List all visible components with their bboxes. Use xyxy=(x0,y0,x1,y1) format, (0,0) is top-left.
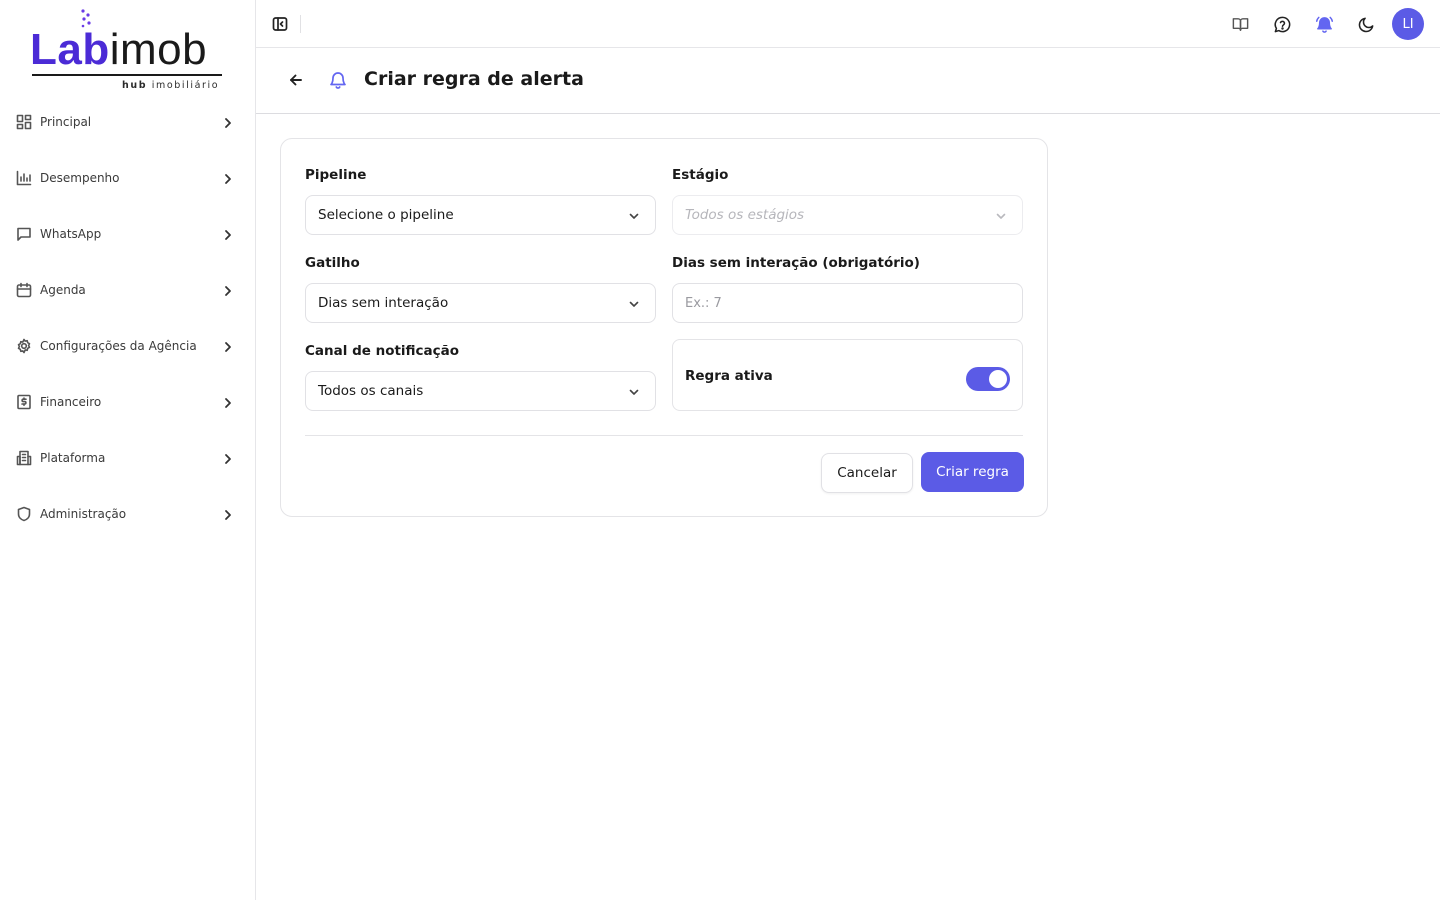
chevron-right-icon xyxy=(221,395,235,409)
sidebar-item-agenda[interactable]: Agenda xyxy=(0,262,255,318)
chevron-down-icon xyxy=(627,209,641,223)
chevron-right-icon xyxy=(221,115,235,129)
chevron-down-icon xyxy=(994,209,1008,223)
channel-select-value: Todos os canais xyxy=(318,383,424,399)
arrow-left-icon xyxy=(290,74,302,86)
gear-icon xyxy=(16,338,32,354)
panel-left-icon xyxy=(272,17,288,31)
channel-label: Canal de notificação xyxy=(305,343,460,359)
brand-tagline: hub imobiliário xyxy=(122,80,219,91)
days-input[interactable] xyxy=(672,283,1023,323)
chevron-down-icon xyxy=(627,385,641,399)
sidebar-item-label: Plataforma xyxy=(40,451,106,465)
chevron-right-icon xyxy=(221,339,235,353)
moon-icon xyxy=(1358,17,1373,32)
building-icon xyxy=(16,450,32,466)
pipeline-select-value: Selecione o pipeline xyxy=(318,207,454,223)
channel-select[interactable]: Todos os canais xyxy=(305,371,656,411)
sidebar-item-plataforma[interactable]: Plataforma xyxy=(0,430,255,486)
topbar: LI xyxy=(256,0,1440,48)
pipeline-label: Pipeline xyxy=(305,167,367,183)
shield-icon xyxy=(16,506,32,522)
cancel-button[interactable]: Cancelar xyxy=(821,453,913,493)
brand-wordmark: Labimob xyxy=(30,24,207,76)
sidebar-nav: Principal Desempenho WhatsApp Agenda Con… xyxy=(0,94,255,542)
back-button[interactable] xyxy=(286,70,306,90)
days-label: Dias sem interação (obrigatório) xyxy=(672,255,920,271)
sidebar-item-label: Desempenho xyxy=(40,171,120,185)
sidebar-item-label: WhatsApp xyxy=(40,227,102,241)
trigger-select-value: Dias sem interação xyxy=(318,295,449,311)
sidebar-item-label: Financeiro xyxy=(40,395,102,409)
stage-label: Estágio xyxy=(672,167,729,183)
brand-tagline-rest: imobiliário xyxy=(151,80,220,91)
create-rule-button[interactable]: Criar regra xyxy=(921,452,1024,492)
pipeline-select[interactable]: Selecione o pipeline xyxy=(305,195,656,235)
sidebar-item-principal[interactable]: Principal xyxy=(0,94,255,150)
trigger-label: Gatilho xyxy=(305,255,360,271)
calendar-icon xyxy=(16,282,32,298)
chevron-right-icon xyxy=(221,507,235,521)
sidebar-item-configuracoes[interactable]: Configurações da Agência xyxy=(0,318,255,374)
page-title: Criar regra de alerta xyxy=(364,68,584,90)
active-rule-box: Regra ativa xyxy=(672,339,1023,411)
topbar-actions: LI xyxy=(1214,8,1424,40)
chevron-right-icon xyxy=(221,283,235,297)
brand-name-plain: imob xyxy=(109,25,208,74)
bell-icon xyxy=(328,70,348,90)
user-avatar[interactable]: LI xyxy=(1392,8,1424,40)
dollar-receipt-icon xyxy=(16,394,32,410)
stage-select: Todos os estágios xyxy=(672,195,1023,235)
stage-select-value: Todos os estágios xyxy=(685,207,805,223)
topbar-divider xyxy=(300,15,301,33)
sidebar-item-label: Configurações da Agência xyxy=(40,339,197,353)
sidebar-item-desempenho[interactable]: Desempenho xyxy=(0,150,255,206)
page-header: Criar regra de alerta xyxy=(256,48,1440,114)
brand-tagline-bold: hub xyxy=(122,80,148,91)
bar-chart-icon xyxy=(16,170,32,186)
sidebar-item-label: Principal xyxy=(40,115,92,129)
help-chat-icon xyxy=(1274,16,1290,32)
brand-logo[interactable]: Labimob hub imobiliário xyxy=(30,8,226,94)
alert-rule-form: Pipeline Selecione o pipeline Estágio To… xyxy=(280,138,1048,517)
active-rule-toggle[interactable] xyxy=(966,367,1010,391)
toggle-knob xyxy=(989,370,1007,388)
chevron-right-icon xyxy=(221,451,235,465)
chevron-down-icon xyxy=(627,297,641,311)
brand-name-colored: Lab xyxy=(30,25,110,74)
sidebar: Labimob hub imobiliário Principal Desemp… xyxy=(0,0,256,900)
bell-ringing-icon xyxy=(1315,16,1333,33)
sidebar-toggle-button[interactable] xyxy=(270,14,290,34)
docs-button[interactable] xyxy=(1224,8,1256,40)
brand-underline xyxy=(32,74,222,76)
sidebar-item-whatsapp[interactable]: WhatsApp xyxy=(0,206,255,262)
trigger-select[interactable]: Dias sem interação xyxy=(305,283,656,323)
help-button[interactable] xyxy=(1266,8,1298,40)
theme-toggle-button[interactable] xyxy=(1350,8,1382,40)
sidebar-item-label: Administração xyxy=(40,507,127,521)
sidebar-item-label: Agenda xyxy=(40,283,86,297)
form-divider xyxy=(305,435,1023,436)
sidebar-item-financeiro[interactable]: Financeiro xyxy=(0,374,255,430)
notifications-button[interactable] xyxy=(1308,8,1340,40)
grid-icon xyxy=(16,114,32,130)
chevron-right-icon xyxy=(221,227,235,241)
message-icon xyxy=(16,226,32,242)
active-rule-label: Regra ativa xyxy=(685,368,773,384)
sidebar-item-administracao[interactable]: Administração xyxy=(0,486,255,542)
chevron-right-icon xyxy=(221,171,235,185)
book-open-icon xyxy=(1232,17,1248,31)
